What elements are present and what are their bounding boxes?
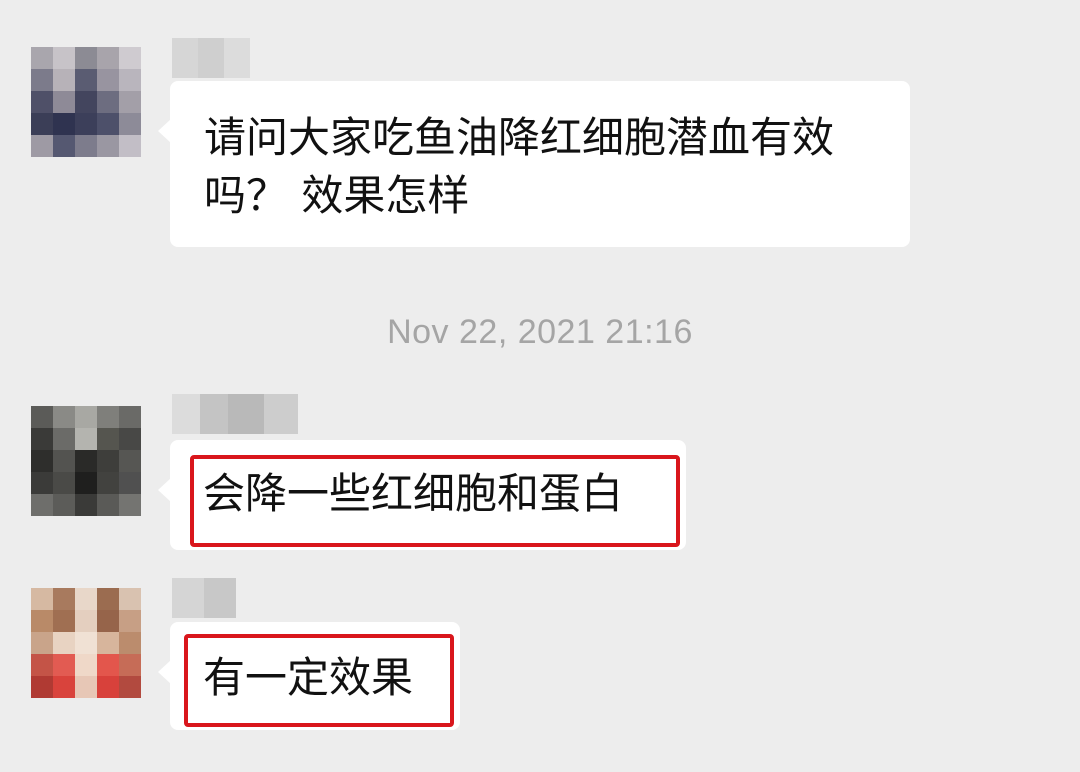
- message-text: 有一定效果: [203, 653, 414, 702]
- message-bubble[interactable]: 会降一些红细胞和蛋白: [158, 440, 686, 550]
- chat-window: 请问大家吃鱼油降红细胞潜血有效 吗？ 效果怎样 Nov 22, 2021 21:…: [0, 0, 1080, 772]
- avatar[interactable]: [31, 588, 141, 698]
- avatar[interactable]: [31, 406, 141, 516]
- sender-name-blurred: [172, 578, 236, 618]
- sender-name-blurred: [172, 394, 298, 434]
- timestamp: Nov 22, 2021 21:16: [387, 313, 693, 351]
- sender-name-blurred: [172, 38, 250, 78]
- message-text: 会降一些红细胞和蛋白: [203, 469, 624, 518]
- message-bubble[interactable]: 请问大家吃鱼油降红细胞潜血有效 吗？ 效果怎样: [158, 81, 910, 247]
- message-bubble[interactable]: 有一定效果: [158, 622, 460, 730]
- avatar[interactable]: [31, 47, 141, 157]
- message-text: 请问大家吃鱼油降红细胞潜血有效 吗？ 效果怎样: [204, 113, 835, 220]
